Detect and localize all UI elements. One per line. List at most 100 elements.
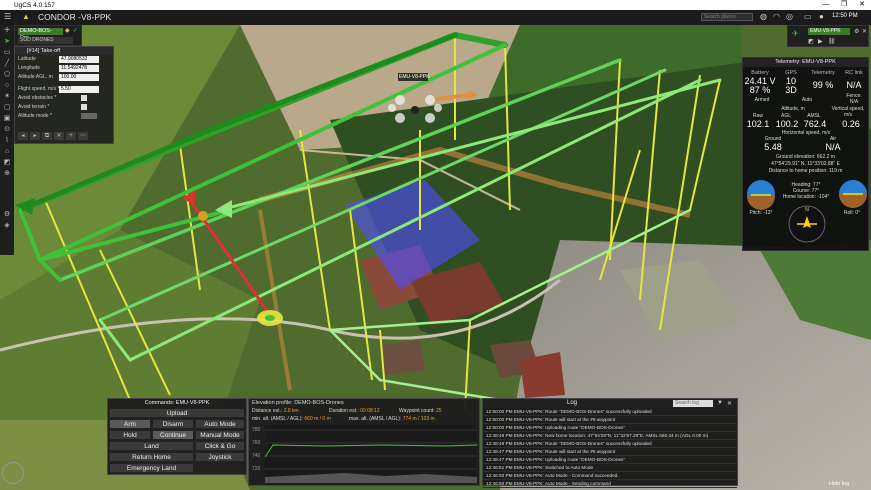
drone-label: EMU-V8-PPK xyxy=(399,74,430,80)
maximize-button[interactable]: ❐ xyxy=(835,0,853,10)
menu-icon[interactable]: ☰ xyxy=(4,12,11,21)
poly-icon[interactable]: ⬠ xyxy=(0,69,14,80)
telemetry-value: 99 % xyxy=(812,80,834,90)
plus-icon[interactable]: + xyxy=(0,25,14,36)
minimize-button[interactable]: — xyxy=(817,0,835,10)
telemetry-panel: Telemetry: EMU-V8-PPK Battery 24.41 V 87… xyxy=(742,57,869,251)
line-icon[interactable]: ╱ xyxy=(0,58,14,69)
home-distance: Distance to home position: 119 m xyxy=(768,168,843,174)
add-icon[interactable]: + xyxy=(66,132,76,140)
armed-status: Armed xyxy=(754,97,770,103)
arm-button[interactable]: Arm xyxy=(109,419,151,429)
cursor-icon[interactable]: ➤ xyxy=(0,36,14,47)
log-entry: 12:48:47 PM EMU-V8-PPK: Route will start… xyxy=(483,448,737,456)
return-home-button[interactable]: Return Home xyxy=(109,452,194,462)
avoid-obstacles-checkbox[interactable] xyxy=(81,95,87,101)
home-location-readout: Home location: -104° xyxy=(782,194,830,200)
auto-mode-button[interactable]: Auto Mode xyxy=(195,419,245,429)
wifi-icon[interactable]: ◠ xyxy=(773,12,780,21)
star-icon[interactable]: ✶ xyxy=(0,91,14,102)
circle-icon[interactable]: ○ xyxy=(0,80,14,91)
home-icon[interactable]: ⌂ xyxy=(0,146,14,157)
elevation-panel: Elevation profile: DEMO-BOS-Drones Dista… xyxy=(248,398,480,486)
log-entry: 12:46:51 PM EMU-V8-PPK: Switched to Auto… xyxy=(483,464,737,472)
elevation-chart[interactable] xyxy=(265,425,477,483)
more-icon[interactable]: ⋯ xyxy=(78,132,88,140)
delete-icon[interactable]: ✕ xyxy=(54,132,64,140)
ground-elevation: Ground elevation: 662.2 m xyxy=(776,154,835,160)
land-button[interactable]: Land xyxy=(109,441,194,451)
continue-button[interactable]: Continue xyxy=(152,430,194,440)
settings-icon[interactable]: ⚙ xyxy=(0,209,14,220)
joystick-icon[interactable]: ◎ xyxy=(786,12,793,21)
mode-status: Auto xyxy=(801,97,813,103)
map-compass-icon[interactable] xyxy=(2,462,24,484)
check-icon[interactable]: ✓ xyxy=(73,27,78,34)
gamepad-icon[interactable]: ▭ xyxy=(804,12,812,21)
prev-icon[interactable]: ◂ xyxy=(18,132,28,140)
user-icon[interactable]: ● xyxy=(819,12,824,21)
alt-input[interactable]: 100.00 xyxy=(59,74,99,81)
gps-fix: 3D xyxy=(785,85,797,95)
altitude-mode-label: Altitude mode * xyxy=(18,113,52,119)
log-search-input[interactable]: Search log xyxy=(673,400,713,407)
hide-log-button[interactable]: Hide log xyxy=(829,481,849,487)
fence-value: N/A xyxy=(849,99,859,105)
agl-value: 100.2 xyxy=(775,119,799,129)
elevation-header: Elevation profile: DEMO-BOS-Drones xyxy=(252,400,344,406)
area-icon[interactable]: ▢ xyxy=(0,102,14,113)
rect-icon[interactable]: ▭ xyxy=(0,47,14,58)
manual-mode-button[interactable]: Manual Mode xyxy=(195,430,245,440)
pitch-readout: Pitch: -13° xyxy=(749,210,773,216)
copy-icon[interactable]: ⧉ xyxy=(42,132,52,140)
disarm-button[interactable]: Disarm xyxy=(152,419,194,429)
next-icon[interactable]: ▸ xyxy=(30,132,40,140)
emergency-land-button[interactable]: Emergency Land xyxy=(109,463,194,473)
lon-input[interactable]: 11.5492478 xyxy=(59,65,99,72)
lock-icon[interactable]: ◆ xyxy=(65,27,70,34)
log-list: 12:50:00 PM EMU-V8-PPK: Route "DEMO-BOS-… xyxy=(483,408,737,488)
click-go-button[interactable]: Click & Go xyxy=(195,441,245,451)
speed-label: Flight speed, m/s * xyxy=(18,86,60,92)
globe-icon[interactable]: ◍ xyxy=(760,12,767,21)
building-4 xyxy=(520,352,565,398)
camera-icon[interactable]: ◩ xyxy=(808,38,814,45)
vehicle-tab[interactable]: ✈ EMU-V8-PPK ⚙ ✕ ◩ ▶ ⛓ xyxy=(787,25,869,47)
search-places-input[interactable]: Search places xyxy=(701,13,753,21)
commands-panel: Commands: EMU-V8-PPK Upload Arm Disarm A… xyxy=(107,398,247,475)
telemetry-label: Telemetry xyxy=(811,70,835,76)
avoid-terrain-checkbox[interactable] xyxy=(81,104,87,110)
lat-input[interactable]: 47.9080532 xyxy=(59,56,99,63)
drone-status-icon[interactable]: ✈ xyxy=(792,29,799,38)
route-name[interactable]: DEMO-BOS-Dro... xyxy=(18,28,63,41)
log-entry: 12:46:50 PM EMU-V8-PPK: Auto Mode - Comm… xyxy=(483,472,737,480)
panel-header: [#14] Take-off xyxy=(15,47,113,55)
hold-button[interactable]: Hold xyxy=(109,430,151,440)
vehicle-tab-name[interactable]: EMU-V8-PPK xyxy=(808,28,850,35)
lat-label: Latitude xyxy=(18,56,36,62)
close-button[interactable]: ✕ xyxy=(853,0,871,10)
battery-percent: 87 % xyxy=(749,85,771,95)
close-icon[interactable]: ✕ xyxy=(862,28,867,35)
ruler-icon[interactable]: ⌇ xyxy=(0,135,14,146)
altitude-mode-select[interactable] xyxy=(81,113,97,119)
camera-icon[interactable]: ◩ xyxy=(0,157,14,168)
pitch-indicator xyxy=(747,180,775,210)
photo-icon[interactable]: ▣ xyxy=(0,113,14,124)
elev-tick-2: 760 xyxy=(252,440,261,446)
close-log-icon[interactable]: ✕ xyxy=(727,400,732,407)
gear-icon[interactable]: ⚙ xyxy=(854,28,859,35)
warning-icon[interactable]: ▲ xyxy=(22,12,30,21)
clock: 12:50 PM xyxy=(832,13,858,19)
filter-icon[interactable]: ▼ xyxy=(717,400,723,406)
video-icon[interactable]: ▶ xyxy=(818,38,823,45)
upload-button[interactable]: Upload xyxy=(109,408,245,418)
target-icon[interactable]: ⊕ xyxy=(0,168,14,179)
layers-icon[interactable]: ◈ xyxy=(0,220,14,231)
route-tab[interactable]: DEMO-BOS-Dro... ◆ ✓ SOD DRONES xyxy=(14,25,82,46)
log-entry: 12:48:47 PM EMU-V8-PPK: Uploading route … xyxy=(483,456,737,464)
pin-icon[interactable]: ⊙ xyxy=(0,124,14,135)
speed-input[interactable]: 5.50 xyxy=(59,86,99,93)
link-icon[interactable]: ⛓ xyxy=(828,38,836,45)
joystick-button[interactable]: Joystick xyxy=(195,452,245,462)
